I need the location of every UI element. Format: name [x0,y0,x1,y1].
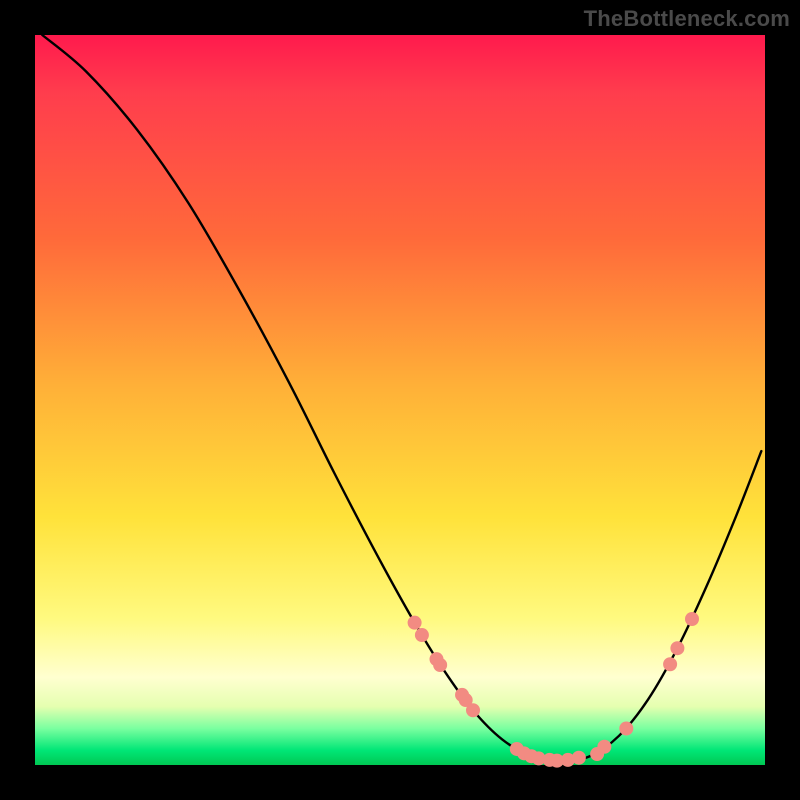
curve-marker [670,641,684,655]
plot-area [35,35,765,765]
curve-marker [466,703,480,717]
curve-marker [619,722,633,736]
curve-marker [415,628,429,642]
curve-marker [572,751,586,765]
watermark-text: TheBottleneck.com [584,6,790,32]
curve-marker [597,740,611,754]
chart-svg [35,35,765,765]
curve-marker [433,658,447,672]
curve-marker [663,657,677,671]
bottleneck-curve [42,35,761,761]
curve-marker [408,616,422,630]
curve-marker [685,612,699,626]
outer-frame: TheBottleneck.com [0,0,800,800]
